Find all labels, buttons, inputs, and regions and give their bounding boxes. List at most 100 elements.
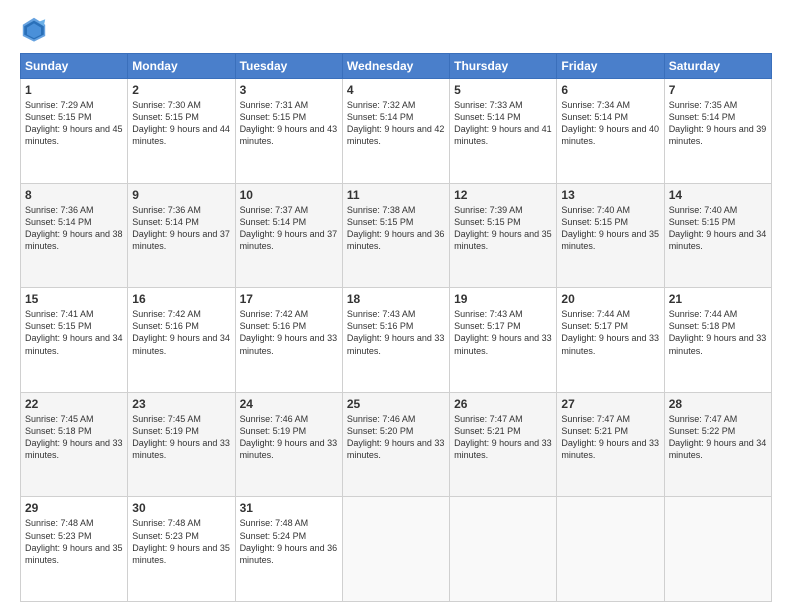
calendar-cell: 8 Sunrise: 7:36 AMSunset: 5:14 PMDaylight… — [21, 183, 128, 288]
cell-info: Sunrise: 7:33 AMSunset: 5:14 PMDaylight:… — [454, 100, 552, 146]
calendar-cell: 1 Sunrise: 7:29 AMSunset: 5:15 PMDaylight… — [21, 79, 128, 184]
calendar-cell — [450, 497, 557, 602]
day-number: 2 — [132, 83, 230, 97]
day-number: 6 — [561, 83, 659, 97]
day-number: 8 — [25, 188, 123, 202]
day-number: 14 — [669, 188, 767, 202]
day-number: 1 — [25, 83, 123, 97]
calendar-week-2: 8 Sunrise: 7:36 AMSunset: 5:14 PMDaylight… — [21, 183, 772, 288]
calendar-table: SundayMondayTuesdayWednesdayThursdayFrid… — [20, 53, 772, 602]
calendar-cell: 6 Sunrise: 7:34 AMSunset: 5:14 PMDaylight… — [557, 79, 664, 184]
day-number: 26 — [454, 397, 552, 411]
day-number: 13 — [561, 188, 659, 202]
calendar-cell: 22 Sunrise: 7:45 AMSunset: 5:18 PMDayligh… — [21, 392, 128, 497]
calendar-cell: 11 Sunrise: 7:38 AMSunset: 5:15 PMDayligh… — [342, 183, 449, 288]
calendar-cell: 17Sunrise: 7:42 AMSunset: 5:16 PMDayligh… — [235, 288, 342, 393]
calendar-cell: 29Sunrise: 7:48 AMSunset: 5:23 PMDayligh… — [21, 497, 128, 602]
day-number: 11 — [347, 188, 445, 202]
cell-info: Sunrise: 7:47 AMSunset: 5:22 PMDaylight:… — [669, 414, 767, 460]
day-number: 18 — [347, 292, 445, 306]
weekday-sunday: Sunday — [21, 54, 128, 79]
day-number: 7 — [669, 83, 767, 97]
day-number: 21 — [669, 292, 767, 306]
cell-info: Sunrise: 7:38 AMSunset: 5:15 PMDaylight:… — [347, 205, 445, 251]
cell-info: Sunrise: 7:48 AMSunset: 5:23 PMDaylight:… — [25, 518, 123, 564]
day-number: 4 — [347, 83, 445, 97]
day-number: 5 — [454, 83, 552, 97]
page: SundayMondayTuesdayWednesdayThursdayFrid… — [0, 0, 792, 612]
day-number: 10 — [240, 188, 338, 202]
calendar-cell: 21 Sunrise: 7:44 AMSunset: 5:18 PMDayligh… — [664, 288, 771, 393]
cell-info: Sunrise: 7:29 AMSunset: 5:15 PMDaylight:… — [25, 100, 123, 146]
day-number: 24 — [240, 397, 338, 411]
day-number: 16 — [132, 292, 230, 306]
header — [20, 15, 772, 43]
day-number: 30 — [132, 501, 230, 515]
calendar-cell: 7 Sunrise: 7:35 AMSunset: 5:14 PMDaylight… — [664, 79, 771, 184]
cell-info: Sunrise: 7:47 AMSunset: 5:21 PMDaylight:… — [454, 414, 552, 460]
calendar-cell: 15Sunrise: 7:41 AMSunset: 5:15 PMDayligh… — [21, 288, 128, 393]
day-number: 31 — [240, 501, 338, 515]
cell-info: Sunrise: 7:41 AMSunset: 5:15 PMDaylight:… — [25, 309, 123, 355]
calendar-week-3: 15Sunrise: 7:41 AMSunset: 5:15 PMDayligh… — [21, 288, 772, 393]
day-number: 3 — [240, 83, 338, 97]
calendar-week-4: 22 Sunrise: 7:45 AMSunset: 5:18 PMDayligh… — [21, 392, 772, 497]
day-number: 9 — [132, 188, 230, 202]
cell-info: Sunrise: 7:40 AMSunset: 5:15 PMDaylight:… — [561, 205, 659, 251]
calendar-cell: 3 Sunrise: 7:31 AMSunset: 5:15 PMDaylight… — [235, 79, 342, 184]
calendar-cell: 19 Sunrise: 7:43 AMSunset: 5:17 PMDayligh… — [450, 288, 557, 393]
weekday-saturday: Saturday — [664, 54, 771, 79]
calendar-cell: 30 Sunrise: 7:48 AMSunset: 5:23 PMDayligh… — [128, 497, 235, 602]
cell-info: Sunrise: 7:48 AMSunset: 5:23 PMDaylight:… — [132, 518, 230, 564]
calendar-cell: 9 Sunrise: 7:36 AMSunset: 5:14 PMDaylight… — [128, 183, 235, 288]
cell-info: Sunrise: 7:39 AMSunset: 5:15 PMDaylight:… — [454, 205, 552, 251]
cell-info: Sunrise: 7:40 AMSunset: 5:15 PMDaylight:… — [669, 205, 767, 251]
calendar-cell — [557, 497, 664, 602]
calendar-cell — [664, 497, 771, 602]
cell-info: Sunrise: 7:46 AMSunset: 5:20 PMDaylight:… — [347, 414, 445, 460]
day-number: 17 — [240, 292, 338, 306]
calendar-cell: 25 Sunrise: 7:46 AMSunset: 5:20 PMDayligh… — [342, 392, 449, 497]
day-number: 28 — [669, 397, 767, 411]
cell-info: Sunrise: 7:37 AMSunset: 5:14 PMDaylight:… — [240, 205, 338, 251]
calendar-cell: 28 Sunrise: 7:47 AMSunset: 5:22 PMDayligh… — [664, 392, 771, 497]
day-number: 23 — [132, 397, 230, 411]
calendar-cell: 26 Sunrise: 7:47 AMSunset: 5:21 PMDayligh… — [450, 392, 557, 497]
cell-info: Sunrise: 7:45 AMSunset: 5:18 PMDaylight:… — [25, 414, 123, 460]
calendar-cell: 20Sunrise: 7:44 AMSunset: 5:17 PMDayligh… — [557, 288, 664, 393]
day-number: 19 — [454, 292, 552, 306]
calendar-cell: 12 Sunrise: 7:39 AMSunset: 5:15 PMDayligh… — [450, 183, 557, 288]
cell-info: Sunrise: 7:34 AMSunset: 5:14 PMDaylight:… — [561, 100, 659, 146]
weekday-wednesday: Wednesday — [342, 54, 449, 79]
cell-info: Sunrise: 7:42 AMSunset: 5:16 PMDaylight:… — [132, 309, 230, 355]
cell-info: Sunrise: 7:43 AMSunset: 5:16 PMDaylight:… — [347, 309, 445, 355]
day-number: 12 — [454, 188, 552, 202]
cell-info: Sunrise: 7:36 AMSunset: 5:14 PMDaylight:… — [25, 205, 123, 251]
day-number: 27 — [561, 397, 659, 411]
cell-info: Sunrise: 7:30 AMSunset: 5:15 PMDaylight:… — [132, 100, 230, 146]
cell-info: Sunrise: 7:44 AMSunset: 5:18 PMDaylight:… — [669, 309, 767, 355]
calendar-cell: 18 Sunrise: 7:43 AMSunset: 5:16 PMDayligh… — [342, 288, 449, 393]
logo-icon — [20, 15, 48, 43]
day-number: 25 — [347, 397, 445, 411]
cell-info: Sunrise: 7:44 AMSunset: 5:17 PMDaylight:… — [561, 309, 659, 355]
cell-info: Sunrise: 7:43 AMSunset: 5:17 PMDaylight:… — [454, 309, 552, 355]
cell-info: Sunrise: 7:31 AMSunset: 5:15 PMDaylight:… — [240, 100, 338, 146]
calendar-cell: 13 Sunrise: 7:40 AMSunset: 5:15 PMDayligh… — [557, 183, 664, 288]
weekday-thursday: Thursday — [450, 54, 557, 79]
calendar-cell: 5 Sunrise: 7:33 AMSunset: 5:14 PMDaylight… — [450, 79, 557, 184]
weekday-tuesday: Tuesday — [235, 54, 342, 79]
calendar-week-5: 29Sunrise: 7:48 AMSunset: 5:23 PMDayligh… — [21, 497, 772, 602]
cell-info: Sunrise: 7:46 AMSunset: 5:19 PMDaylight:… — [240, 414, 338, 460]
day-number: 22 — [25, 397, 123, 411]
calendar-cell: 4 Sunrise: 7:32 AMSunset: 5:14 PMDaylight… — [342, 79, 449, 184]
cell-info: Sunrise: 7:45 AMSunset: 5:19 PMDaylight:… — [132, 414, 230, 460]
cell-info: Sunrise: 7:36 AMSunset: 5:14 PMDaylight:… — [132, 205, 230, 251]
calendar-cell — [342, 497, 449, 602]
calendar-cell: 16 Sunrise: 7:42 AMSunset: 5:16 PMDayligh… — [128, 288, 235, 393]
cell-info: Sunrise: 7:35 AMSunset: 5:14 PMDaylight:… — [669, 100, 767, 146]
calendar-cell: 31Sunrise: 7:48 AMSunset: 5:24 PMDayligh… — [235, 497, 342, 602]
cell-info: Sunrise: 7:32 AMSunset: 5:14 PMDaylight:… — [347, 100, 445, 146]
weekday-friday: Friday — [557, 54, 664, 79]
calendar-cell: 23 Sunrise: 7:45 AMSunset: 5:19 PMDayligh… — [128, 392, 235, 497]
